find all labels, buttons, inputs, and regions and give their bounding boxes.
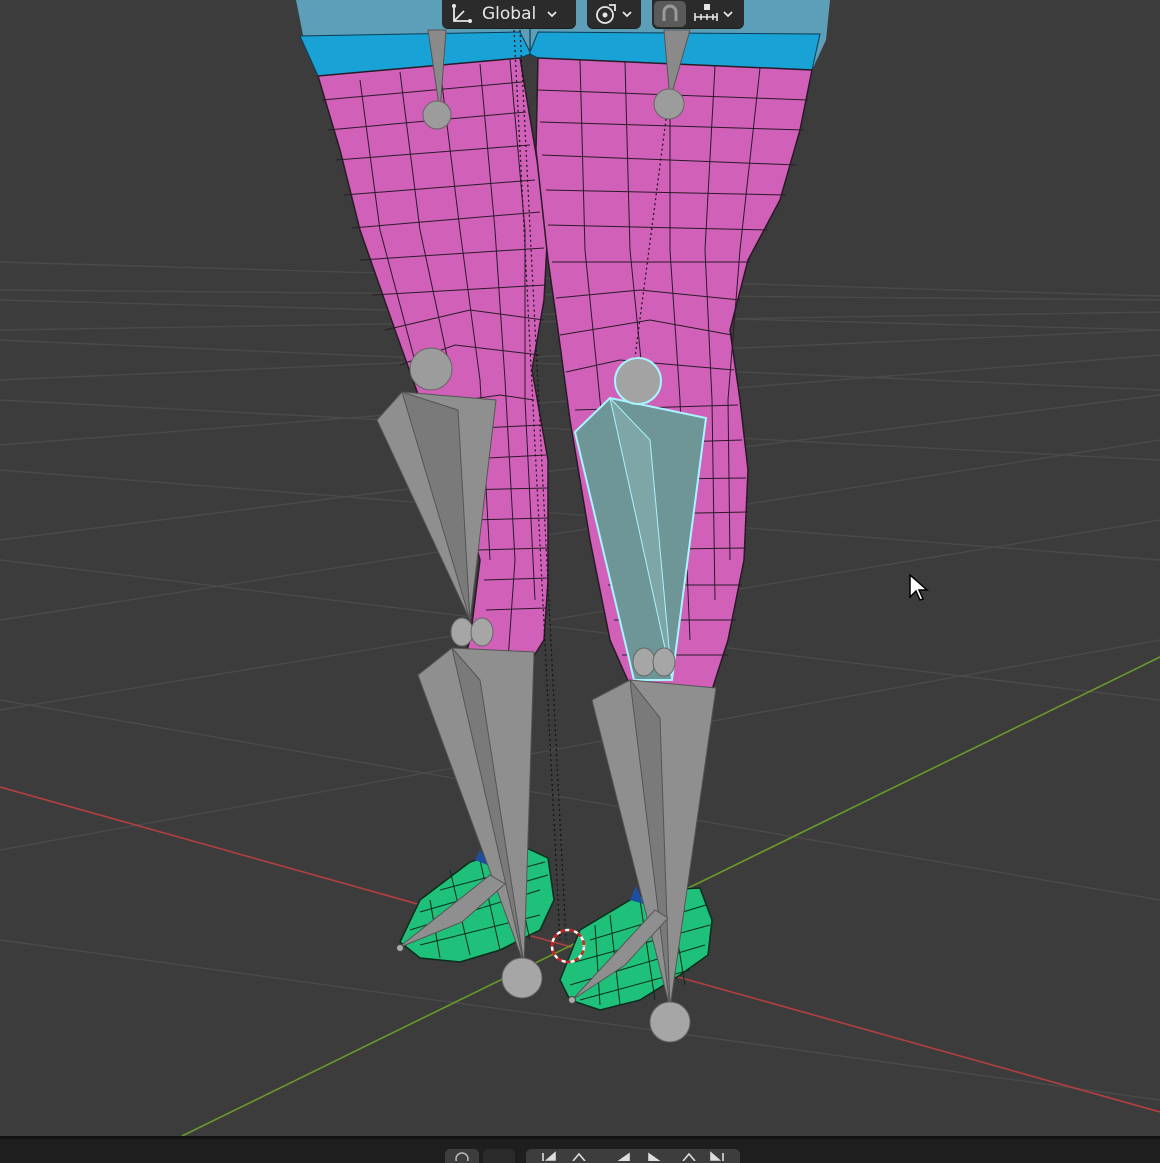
snapping-controls — [652, 0, 744, 28]
chevron-down-icon[interactable] — [722, 9, 734, 19]
scene-canvas[interactable] — [0, 0, 1160, 1136]
mouse-pointer-icon — [909, 573, 929, 601]
keying-dropdown[interactable] — [483, 1149, 515, 1163]
snap-magnet-icon — [658, 3, 682, 25]
pivot-point-icon — [593, 2, 619, 26]
pivot-point-dropdown[interactable] — [587, 0, 641, 28]
chevron-down-icon — [546, 9, 558, 19]
timeline-header — [0, 1136, 1160, 1163]
3d-viewport[interactable] — [0, 0, 1160, 1136]
chevron-down-icon — [621, 9, 633, 19]
orientation-axes-icon — [450, 3, 474, 25]
snap-toggle-button[interactable] — [654, 1, 686, 27]
transform-orientation-dropdown[interactable]: Global — [442, 0, 576, 28]
playback-controls — [526, 1149, 740, 1163]
snap-increment-icon[interactable] — [692, 3, 720, 25]
auto-keying-button[interactable] — [445, 1149, 479, 1163]
orientation-label: Global — [482, 4, 537, 24]
